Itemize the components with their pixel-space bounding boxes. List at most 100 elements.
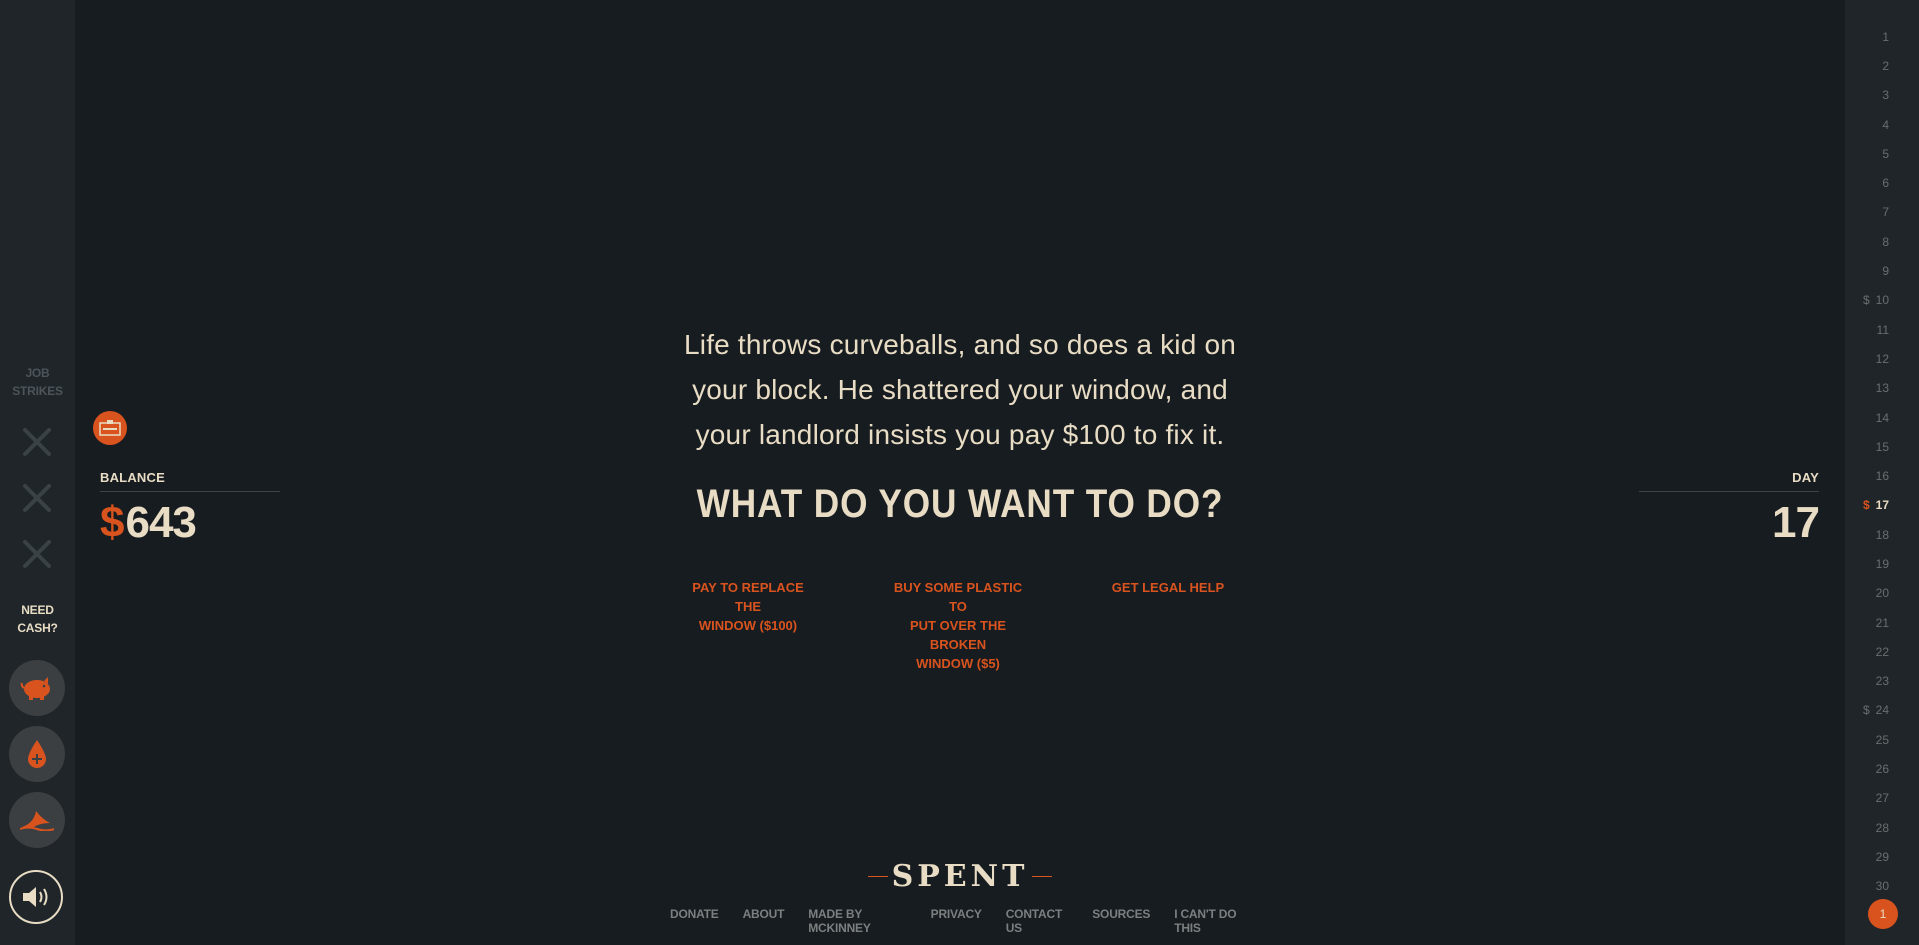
calendar-day: 23 — [1829, 667, 1889, 696]
calendar-day: 8 — [1829, 227, 1889, 256]
calendar-day-number: 30 — [1875, 879, 1889, 894]
calendar-day: 19 — [1829, 549, 1889, 578]
logo-rule-right — [1032, 875, 1053, 877]
calendar-day: 9 — [1829, 256, 1889, 285]
choice-line: WINDOW ($5) — [916, 656, 1000, 671]
day-value: 17 — [1772, 498, 1820, 547]
question-heading: WHAT DO YOU WANT TO DO? — [696, 482, 1224, 526]
calendar-day: 2 — [1829, 51, 1889, 80]
calendar-day: 1 — [1829, 22, 1889, 51]
calendar-day: 30 — [1829, 872, 1889, 901]
donate-plasma-button[interactable] — [9, 726, 65, 782]
donate-box-icon — [99, 420, 121, 436]
choice-line: WINDOW ($100) — [698, 618, 798, 633]
calendar-day-number: 6 — [1882, 176, 1889, 191]
calendar-day-number: 23 — [1875, 674, 1889, 689]
calendar-day: 26 — [1829, 754, 1889, 783]
calendar-day-number: 14 — [1875, 410, 1889, 425]
calendar-day-number: 9 — [1882, 264, 1889, 279]
calendar-day-number: 19 — [1875, 556, 1889, 571]
logo-rule-left — [867, 875, 888, 877]
calendar-day: $24 — [1829, 696, 1889, 725]
choice-line: PAY TO REPLACE THE — [692, 580, 804, 614]
strike-2-icon — [21, 482, 53, 514]
loan-shark-button[interactable] — [9, 792, 65, 848]
calendar-day-number: 7 — [1882, 205, 1889, 220]
calendar-day-number: 27 — [1875, 791, 1889, 806]
calendar-day-number: 10 — [1875, 293, 1889, 308]
calendar-day-number: 17 — [1875, 498, 1889, 513]
calendar-day-number: 26 — [1875, 762, 1889, 777]
calendar-day-number: 5 — [1882, 146, 1889, 161]
calendar-day-number: 29 — [1875, 849, 1889, 864]
calendar-day-number: 11 — [1876, 322, 1889, 337]
sound-toggle-button[interactable] — [9, 870, 63, 924]
calendar-day: 22 — [1829, 637, 1889, 666]
footer-link-made-by[interactable]: MADE BY MCKINNEY — [808, 907, 906, 935]
calendar-day: 11 — [1829, 315, 1889, 344]
calendar-day: 25 — [1829, 725, 1889, 754]
currency-symbol: $ — [100, 498, 125, 547]
footer-link-contact[interactable]: CONTACT US — [1006, 907, 1069, 935]
shark-fin-icon — [20, 811, 54, 831]
calendar-day-number: 16 — [1875, 469, 1889, 484]
footer-link-donate[interactable]: DONATE — [670, 907, 719, 935]
calendar-day-number: 2 — [1882, 58, 1889, 73]
balance-panel: BALANCE $643 — [100, 470, 280, 548]
payday-marker: $ — [1862, 703, 1870, 718]
donate-badge-button[interactable] — [93, 411, 127, 445]
balance-amount: 643 — [125, 498, 196, 547]
need-cash-label: NEED CASH? — [17, 603, 58, 635]
calendar-day: 12 — [1829, 344, 1889, 373]
payday-marker: $ — [1862, 498, 1870, 513]
calendar-day: 15 — [1829, 432, 1889, 461]
calendar-day-number: 4 — [1882, 117, 1889, 132]
calendar-day: 3 — [1829, 81, 1889, 110]
job-strikes-label: JOB STRIKES — [12, 366, 63, 398]
choice-line: BUY SOME PLASTIC TO — [893, 580, 1023, 614]
calendar-day: 4 — [1829, 110, 1889, 139]
scenario-line: Life throws curveballs, and so does a ki… — [684, 329, 1236, 360]
calendar-day: 18 — [1829, 520, 1889, 549]
payday-marker: $ — [1862, 293, 1870, 308]
calendar-day-number: 18 — [1875, 527, 1889, 542]
day-panel: DAY 17 — [1639, 470, 1820, 548]
calendar-day: 14 — [1829, 403, 1889, 432]
calendar-day-number: 28 — [1875, 820, 1889, 835]
piggy-bank-button[interactable] — [9, 660, 65, 716]
choice-pay-replace-button[interactable]: PAY TO REPLACE THE WINDOW ($100) — [678, 578, 818, 635]
calendar-day-number: 24 — [1875, 703, 1889, 718]
balance-label: BALANCE — [100, 470, 280, 492]
calendar-day-number: 22 — [1875, 644, 1889, 659]
choice-line: GET LEGAL HELP — [1111, 580, 1225, 595]
day-label: DAY — [1639, 470, 1819, 492]
calendar-day: 13 — [1829, 374, 1889, 403]
spent-logo: SPENT — [860, 858, 1060, 894]
calendar-day: 6 — [1829, 168, 1889, 197]
calendar-day: 5 — [1829, 139, 1889, 168]
footer-link-privacy[interactable]: PRIVACY — [931, 907, 982, 935]
footer-nav: DONATE ABOUT MADE BY MCKINNEY PRIVACY CO… — [670, 907, 1250, 935]
choice-line: PUT OVER THE BROKEN — [909, 618, 1007, 652]
month-badge: 1 — [1868, 899, 1898, 929]
speaker-icon — [23, 887, 48, 907]
logo-wordmark: SPENT — [891, 858, 1029, 894]
calendar-day-number: 8 — [1882, 234, 1889, 249]
scenario-text: Life throws curveballs, and so does a ki… — [650, 322, 1270, 457]
calendar-day-number: 12 — [1875, 351, 1889, 366]
calendar-day-number: 20 — [1875, 586, 1889, 601]
calendar-day-number: 3 — [1882, 88, 1889, 103]
choice-buy-plastic-button[interactable]: BUY SOME PLASTIC TO PUT OVER THE BROKEN … — [888, 578, 1028, 673]
calendar-day: 20 — [1829, 579, 1889, 608]
blood-drop-icon — [28, 740, 46, 768]
footer-link-sources[interactable]: SOURCES — [1092, 907, 1150, 935]
footer-link-about[interactable]: ABOUT — [743, 907, 785, 935]
calendar-day-number: 25 — [1875, 732, 1889, 747]
calendar-day-number: 13 — [1875, 381, 1889, 396]
footer-link-quit[interactable]: I CAN'T DO THIS — [1174, 907, 1250, 935]
calendar-day: 7 — [1829, 198, 1889, 227]
calendar-day: 27 — [1829, 784, 1889, 813]
balance-value: $643 — [100, 498, 280, 548]
calendar-day: 21 — [1829, 608, 1889, 637]
choice-legal-help-button[interactable]: GET LEGAL HELP — [1098, 578, 1238, 597]
